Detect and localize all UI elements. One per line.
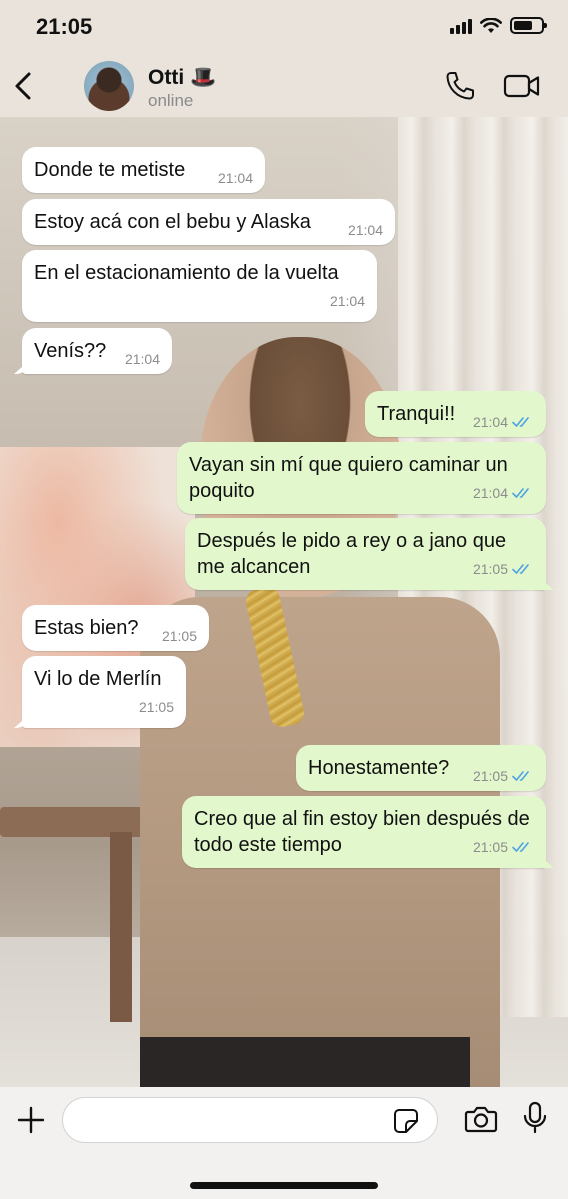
message-outgoing[interactable]: Tranqui!! 21:04 [365, 391, 546, 437]
chat-header: Otti 🎩 online [0, 58, 568, 117]
message-time: 21:05 [161, 628, 197, 644]
double-check-icon [512, 564, 529, 574]
message-text: En el estacionamiento de la vuelta [34, 262, 339, 284]
message-text: Tranqui!! [377, 403, 456, 425]
home-indicator[interactable] [190, 1182, 378, 1189]
double-check-icon [512, 771, 529, 781]
message-text: Venís?? [34, 340, 107, 362]
cellular-signal-icon [450, 18, 472, 34]
phone-icon[interactable] [444, 70, 476, 102]
message-time: 21:05 [472, 839, 508, 855]
message-time: 21:04 [329, 293, 365, 309]
chevron-left-icon[interactable] [10, 68, 38, 104]
status-icons [450, 17, 547, 34]
message-incoming[interactable]: Estas bien? 21:05 [22, 605, 209, 651]
double-check-icon [512, 417, 529, 427]
message-outgoing[interactable]: Creo que al fin estoy bien después de to… [182, 796, 546, 868]
message-time: 21:04 [347, 222, 383, 238]
message-time: 21:04 [124, 351, 160, 367]
message-text: Estoy acá con el bebu y Alaska [34, 211, 311, 233]
message-incoming[interactable]: Venís?? 21:04 [22, 328, 172, 374]
plus-icon[interactable] [16, 1105, 46, 1135]
top-hat-emoji: 🎩 [190, 66, 217, 89]
contact-name-text: Otti [148, 66, 185, 89]
composer-bar [0, 1087, 568, 1199]
message-incoming[interactable]: Estoy acá con el bebu y Alaska 21:04 [22, 199, 395, 245]
message-outgoing[interactable]: Honestamente? 21:05 [296, 745, 546, 791]
message-time: 21:04 [472, 485, 508, 501]
message-time: 21:04 [472, 414, 508, 430]
camera-icon[interactable] [464, 1103, 498, 1135]
message-list[interactable]: Donde te metiste 21:04 Estoy acá con el … [0, 117, 568, 1087]
message-incoming[interactable]: En el estacionamiento de la vuelta 21:04 [22, 250, 377, 322]
sticker-icon[interactable] [393, 1108, 419, 1134]
status-bar: 21:05 [0, 0, 568, 58]
avatar[interactable] [84, 61, 134, 111]
message-time: 21:05 [472, 768, 508, 784]
message-text: Vi lo de Merlín [34, 668, 162, 690]
contact-name[interactable]: Otti 🎩 [148, 66, 216, 90]
double-check-icon [512, 488, 529, 498]
message-incoming[interactable]: Donde te metiste 21:04 [22, 147, 265, 193]
message-input[interactable] [62, 1097, 438, 1143]
battery-icon [510, 17, 547, 34]
status-time: 21:05 [36, 14, 93, 39]
message-outgoing[interactable]: Vayan sin mí que quiero caminar un poqui… [177, 442, 546, 514]
message-meta: 21:05 [473, 763, 534, 789]
message-incoming[interactable]: Vi lo de Merlín 21:05 [22, 656, 186, 728]
message-text: Estas bien? [34, 617, 139, 639]
microphone-icon[interactable] [522, 1101, 548, 1135]
double-check-icon [512, 842, 529, 852]
message-outgoing[interactable]: Después le pido a rey o a jano que me al… [185, 518, 546, 590]
video-camera-icon[interactable] [503, 71, 541, 101]
wifi-icon [480, 17, 502, 33]
message-meta: 21:04 [473, 409, 534, 435]
message-time: 21:04 [217, 170, 253, 186]
message-time: 21:05 [472, 561, 508, 577]
message-time: 21:05 [138, 699, 174, 715]
message-text: Honestamente? [308, 757, 450, 779]
contact-status: online [148, 91, 194, 110]
message-text: Donde te metiste [34, 159, 186, 181]
